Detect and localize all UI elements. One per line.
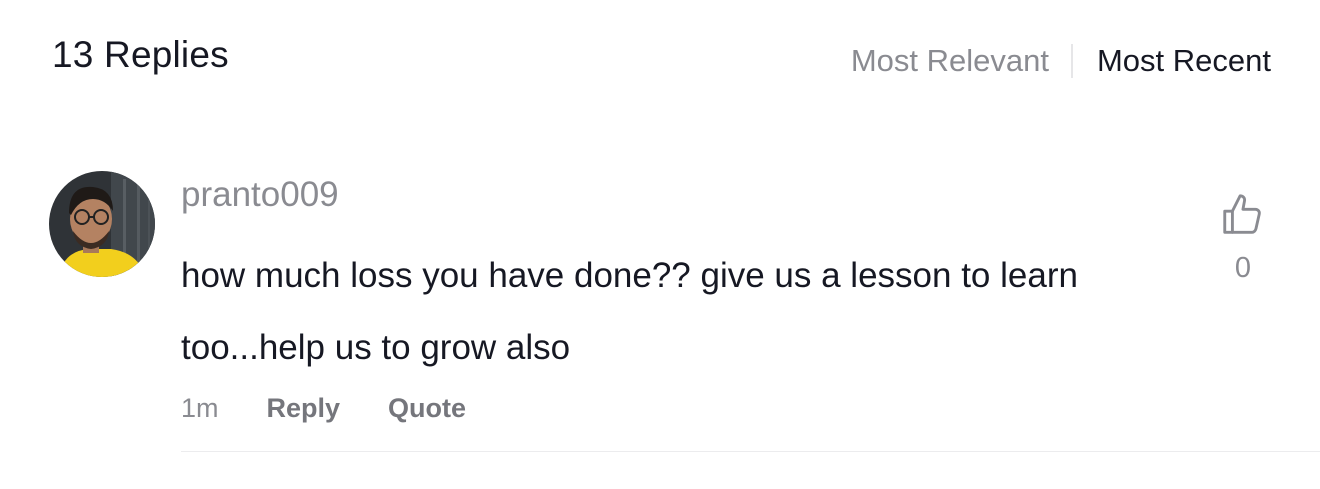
replies-panel: 13 Replies Most Relevant Most Recent pra… <box>0 0 1320 489</box>
avatar[interactable] <box>49 171 155 277</box>
quote-button[interactable]: Quote <box>388 393 466 424</box>
sort-divider <box>1070 44 1073 78</box>
comment-timestamp: 1m <box>181 393 219 423</box>
sort-tabs: Most Relevant Most Recent <box>851 42 1271 80</box>
comment-text: how much loss you have done?? give us a … <box>181 256 1078 367</box>
sort-tab-most-recent[interactable]: Most Recent <box>1097 42 1271 80</box>
reply-button[interactable]: Reply <box>267 393 341 424</box>
like-count: 0 <box>1234 252 1252 284</box>
comment-username[interactable]: pranto009 <box>181 175 339 215</box>
comment-divider <box>181 451 1320 452</box>
sort-tab-most-relevant[interactable]: Most Relevant <box>851 42 1049 80</box>
thumbs-up-icon[interactable] <box>1219 192 1265 238</box>
comment-meta: 1m Reply Quote <box>181 393 514 424</box>
avatar-image <box>49 171 155 277</box>
replies-count-title: 13 Replies <box>52 34 229 75</box>
